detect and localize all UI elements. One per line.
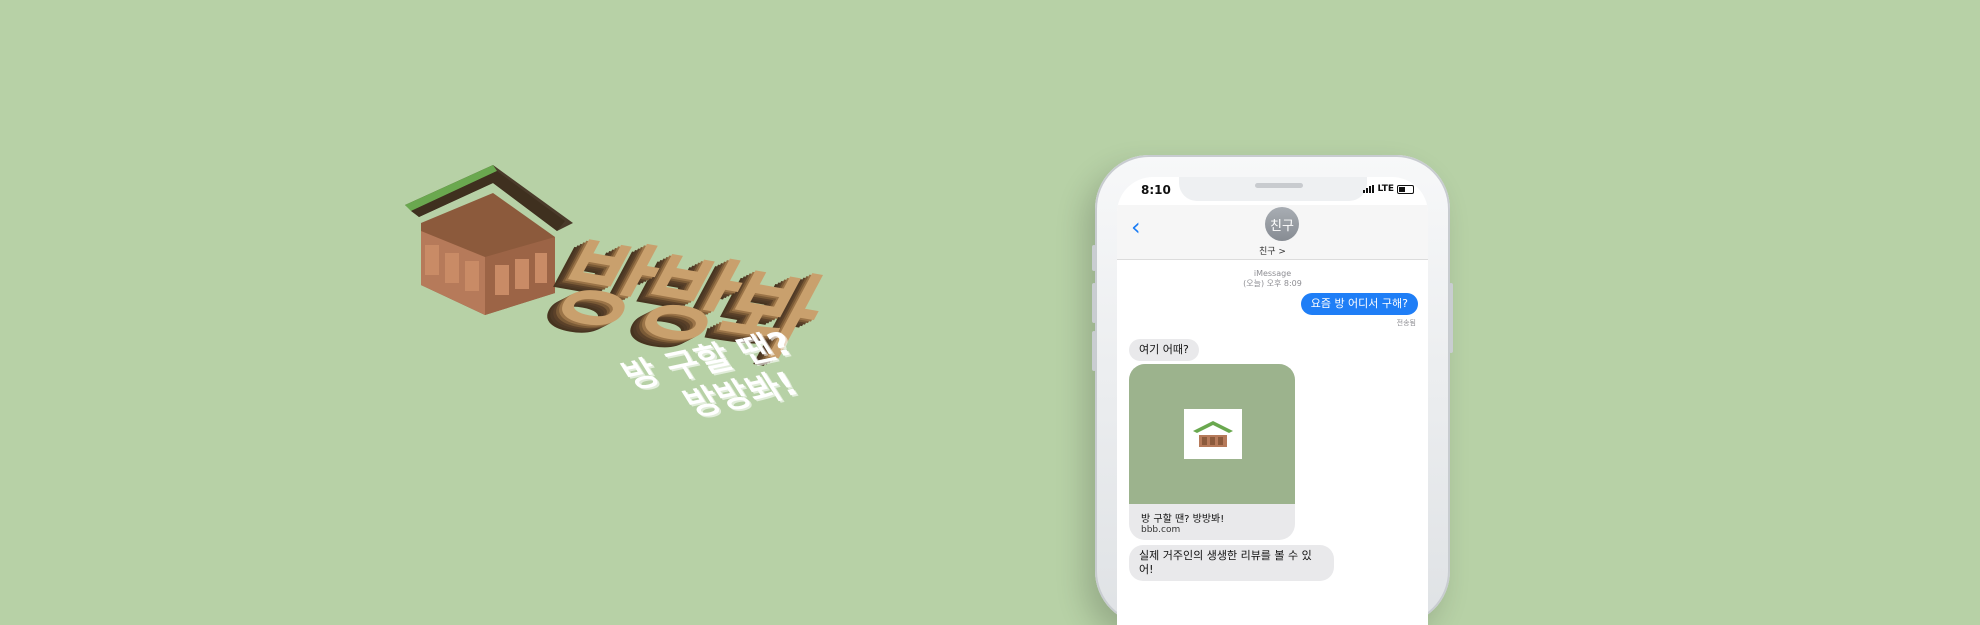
- incoming-message[interactable]: 여기 어때?: [1129, 339, 1199, 361]
- phone-volume-down: [1092, 331, 1096, 371]
- contact-name[interactable]: 친구 >: [1117, 244, 1428, 257]
- incoming-message[interactable]: 실제 거주인의 생생한 리뷰를 볼 수 있어!: [1129, 545, 1334, 581]
- imessage-label: iMessage: [1253, 269, 1292, 278]
- link-preview-image: [1129, 364, 1295, 504]
- network-label: LTE: [1377, 184, 1394, 194]
- brand-hero: 방방봐 방 구할 땐? 방방봐!: [0, 0, 1000, 600]
- phone-notch: [1179, 177, 1367, 201]
- status-time: 8:10: [1141, 183, 1171, 197]
- battery-icon: [1397, 184, 1414, 194]
- phone-power-button: [1449, 283, 1453, 353]
- service-label: iMessage (오늘) 오후 8:09: [1117, 269, 1428, 289]
- link-preview-url: bbb.com: [1141, 525, 1181, 535]
- contact-avatar[interactable]: 친구: [1265, 207, 1299, 241]
- delivery-status: 전송됨: [1396, 319, 1416, 327]
- signal-icon: [1363, 185, 1375, 193]
- link-thumbnail: [1184, 409, 1242, 459]
- back-chevron-icon[interactable]: ‹: [1131, 215, 1141, 239]
- speaker-grille: [1255, 183, 1303, 188]
- chat-header: ‹ 친구 친구 >: [1117, 205, 1428, 260]
- house-logo-small-icon: [1193, 421, 1233, 447]
- phone-side-button: [1092, 245, 1096, 271]
- phone-volume-up: [1092, 283, 1096, 323]
- status-indicators: LTE: [1363, 184, 1414, 194]
- message-thread: iMessage (오늘) 오후 8:09 요즘 방 어디서 구해? 전송됨 여…: [1117, 259, 1428, 625]
- phone-mockup: 8:10 LTE ‹ 친구 친구 > iMessage (오늘) 오후 8:09…: [1092, 155, 1453, 625]
- outgoing-message[interactable]: 요즘 방 어디서 구해?: [1300, 293, 1418, 315]
- link-preview-title: 방 구할 땐? 방방봐!: [1141, 514, 1225, 525]
- phone-screen: 8:10 LTE ‹ 친구 친구 > iMessage (오늘) 오후 8:09…: [1117, 177, 1428, 625]
- link-preview-card[interactable]: 방 구할 땐? 방방봐! bbb.com: [1129, 364, 1295, 540]
- message-timestamp: (오늘) 오후 8:09: [1243, 279, 1302, 288]
